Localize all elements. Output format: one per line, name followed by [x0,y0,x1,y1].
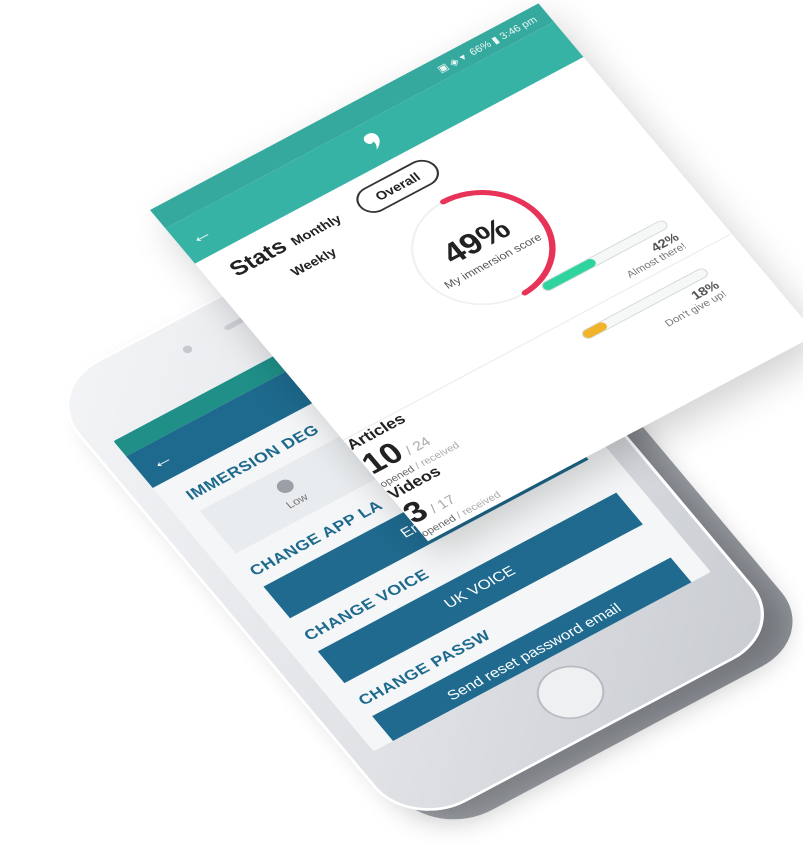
back-arrow-icon[interactable]: ← [183,221,218,250]
progress-message-2: Don't give up! [662,289,730,329]
degree-low-label: Low [283,490,311,511]
tab-monthly[interactable]: Monthly [287,212,344,248]
clock-icon [273,477,297,496]
app-logo-icon [363,133,380,150]
back-arrow-icon[interactable]: ← [144,446,178,474]
